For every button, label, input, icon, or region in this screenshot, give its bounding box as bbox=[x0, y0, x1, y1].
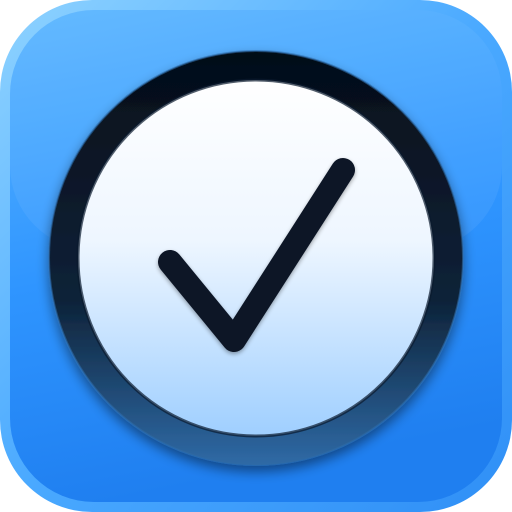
app-icon-artwork bbox=[0, 0, 512, 512]
app-icon[interactable] bbox=[0, 0, 512, 512]
dial-face bbox=[78, 80, 434, 436]
